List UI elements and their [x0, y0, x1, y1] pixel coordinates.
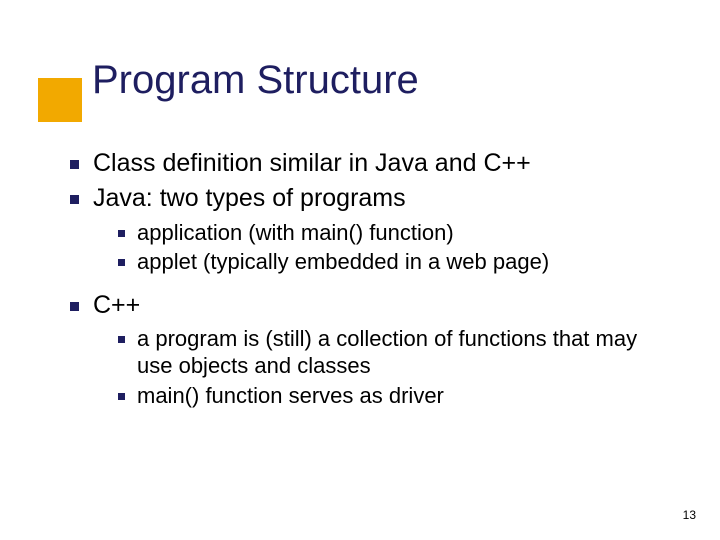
- list-item-text: Class definition similar in Java and C++: [93, 148, 531, 179]
- bullet-icon: [118, 336, 125, 343]
- list-item-text: application (with main() function): [137, 219, 454, 247]
- list-item: main() function serves as driver: [118, 382, 670, 410]
- list-item-text: main() function serves as driver: [137, 382, 444, 410]
- title-block: Program Structure: [0, 0, 720, 50]
- bullet-icon: [70, 302, 79, 311]
- list-item-text: Java: two types of programs: [93, 183, 406, 214]
- bullet-icon: [118, 259, 125, 266]
- page-number: 13: [683, 508, 696, 522]
- bullet-icon: [118, 230, 125, 237]
- list-item: applet (typically embedded in a web page…: [118, 248, 670, 276]
- list-item: a program is (still) a collection of fun…: [118, 325, 670, 380]
- list-item-text: C++: [93, 290, 140, 321]
- bullet-icon: [118, 393, 125, 400]
- list-item: C++: [70, 290, 670, 321]
- bullet-icon: [70, 195, 79, 204]
- accent-square-icon: [38, 78, 82, 122]
- slide-body: Class definition similar in Java and C++…: [70, 148, 670, 411]
- list-item: application (with main() function): [118, 219, 670, 247]
- slide-title: Program Structure: [92, 58, 419, 103]
- list-item-text: applet (typically embedded in a web page…: [137, 248, 549, 276]
- bullet-icon: [70, 160, 79, 169]
- list-item-text: a program is (still) a collection of fun…: [137, 325, 670, 380]
- list-item: Class definition similar in Java and C++: [70, 148, 670, 179]
- slide: Program Structure Class definition simil…: [0, 0, 720, 540]
- list-item: Java: two types of programs: [70, 183, 670, 214]
